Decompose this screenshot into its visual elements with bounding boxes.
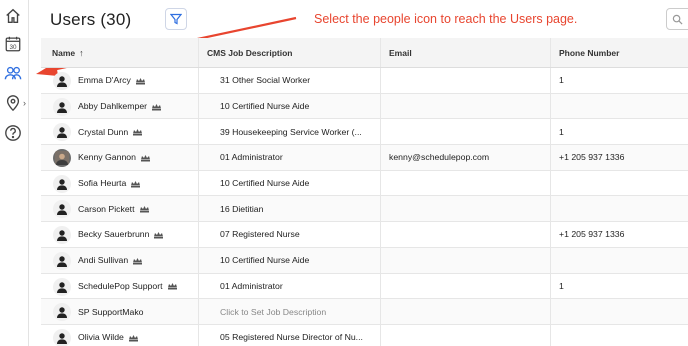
search-input[interactable] [666, 8, 688, 30]
avatar-person-icon [53, 277, 71, 296]
name-cell[interactable]: Crystal Dunn [78, 119, 143, 144]
user-name: Andi Sullivan [78, 255, 129, 266]
table-row[interactable]: Kenny Gannon 01 Administrator kenny@schedu… [41, 145, 688, 171]
name-cell[interactable]: Abby Dahlkemper [78, 94, 162, 119]
avatar-person-icon [53, 174, 71, 193]
table-body: Emma D'Arcy 31 Other Social Worker 1 Abby D… [41, 68, 688, 346]
table-row[interactable]: SchedulePop Support 01 Administrator 1 [41, 273, 688, 300]
help-icon[interactable] [3, 123, 23, 143]
job-description-cell[interactable]: 07 Registered Nurse [220, 222, 300, 247]
name-cell[interactable]: Carson Pickett [78, 196, 149, 221]
calendar-icon[interactable]: 30 [3, 34, 23, 54]
job-description-cell[interactable]: 01 Administrator [220, 274, 283, 299]
user-name: Becky Sauerbrunn [78, 229, 150, 240]
name-cell[interactable]: Becky Sauerbrunn [78, 222, 164, 247]
job-description-cell[interactable]: 39 Housekeeping Service Worker (... [220, 119, 362, 144]
user-name: Crystal Dunn [78, 126, 129, 137]
people-icon[interactable] [3, 63, 23, 83]
phone-cell: +1 205 937 1336 [559, 229, 625, 240]
sidebar: 30 › [0, 0, 29, 346]
job-description-cell[interactable]: 10 Certified Nurse Aide [220, 94, 309, 119]
job-description-cell[interactable]: 01 Administrator [220, 145, 283, 170]
phone-cell: +1 205 937 1336 [559, 152, 625, 163]
user-name: Kenny Gannon [78, 152, 136, 163]
name-cell[interactable]: SchedulePop Support [78, 274, 177, 299]
avatar-person-icon [53, 97, 71, 116]
column-header-name[interactable]: Name ↑ [52, 38, 84, 67]
phone-cell: 1 [559, 126, 564, 137]
avatar-person-icon [53, 251, 71, 270]
name-cell[interactable]: Sofia Heurta [78, 171, 141, 196]
filter-button[interactable] [165, 8, 187, 30]
job-description-cell[interactable]: Click to Set Job Description [220, 299, 326, 324]
crown-icon [131, 180, 141, 188]
name-cell[interactable]: Olivia Wilde [78, 325, 138, 346]
crown-icon [133, 257, 143, 265]
annotation-text: Select the people icon to reach the User… [314, 12, 578, 26]
avatar-person-icon [53, 303, 71, 322]
avatar-person-icon [53, 200, 71, 219]
avatar-person-icon [53, 72, 71, 90]
crown-icon [135, 77, 145, 85]
filter-icon [170, 13, 182, 25]
home-icon[interactable] [3, 6, 23, 26]
crown-icon [167, 282, 177, 290]
name-cell[interactable]: Andi Sullivan [78, 248, 143, 273]
user-name: Carson Pickett [78, 203, 135, 214]
name-cell[interactable]: SP SupportMako [78, 299, 144, 324]
sort-ascending-icon[interactable]: ↑ [79, 48, 84, 58]
job-description-cell[interactable]: 16 Dietitian [220, 196, 263, 221]
column-header-phone[interactable]: Phone Number [559, 38, 619, 67]
avatar-person-icon [53, 123, 71, 142]
table-row[interactable]: Crystal Dunn 39 Housekeeping Service Work… [41, 119, 688, 146]
crown-icon [140, 154, 150, 162]
name-cell[interactable]: Kenny Gannon [78, 145, 150, 170]
avatar-person-icon [53, 226, 71, 245]
avatar-person-icon [53, 328, 71, 346]
column-header-email[interactable]: Email [389, 38, 412, 67]
table-row[interactable]: Becky Sauerbrunn 07 Registered Nurse +1 20… [41, 222, 688, 248]
crown-icon [152, 103, 162, 111]
location-icon[interactable] [3, 93, 23, 113]
table-row[interactable]: Emma D'Arcy 31 Other Social Worker 1 [41, 68, 688, 94]
phone-cell: 1 [559, 75, 564, 86]
crown-icon [128, 334, 138, 342]
column-label: Name [52, 47, 76, 58]
users-table: Name ↑ CMS Job Description Email Phone N… [41, 38, 688, 346]
column-header-job[interactable]: CMS Job Description [207, 38, 292, 67]
search-icon [672, 14, 683, 25]
table-row[interactable]: Olivia Wilde 05 Registered Nurse Director… [41, 324, 688, 346]
user-name: SP SupportMako [78, 306, 144, 317]
avatar-photo [53, 149, 71, 168]
job-description-cell[interactable]: 31 Other Social Worker [220, 68, 310, 93]
user-name: Sofia Heurta [78, 178, 127, 189]
job-description-cell[interactable]: 10 Certified Nurse Aide [220, 171, 309, 196]
crown-icon [154, 231, 164, 239]
job-description-cell[interactable]: 10 Certified Nurse Aide [220, 248, 309, 273]
table-row[interactable]: Andi Sullivan 10 Certified Nurse Aide [41, 247, 688, 274]
table-row[interactable]: SP SupportMako Click to Set Job Descripti… [41, 299, 688, 325]
user-name: Olivia Wilde [78, 332, 124, 343]
crown-icon [133, 128, 143, 136]
user-name: SchedulePop Support [78, 280, 163, 291]
name-cell[interactable]: Emma D'Arcy [78, 68, 145, 93]
page-title: Users (30) [50, 10, 132, 29]
table-row[interactable]: Sofia Heurta 10 Certified Nurse Aide [41, 170, 688, 197]
table-row[interactable]: Carson Pickett 16 Dietitian [41, 196, 688, 223]
phone-cell: 1 [559, 280, 564, 291]
calendar-day-label: 30 [9, 44, 17, 51]
job-description-cell[interactable]: 05 Registered Nurse Director of Nu... [220, 325, 363, 346]
table-header: Name ↑ CMS Job Description Email Phone N… [41, 38, 688, 68]
email-cell: kenny@schedulepop.com [389, 152, 490, 163]
crown-icon [139, 205, 149, 213]
chevron-right-icon[interactable]: › [23, 98, 26, 108]
user-name: Abby Dahlkemper [78, 101, 148, 112]
user-name: Emma D'Arcy [78, 75, 131, 86]
table-row[interactable]: Abby Dahlkemper 10 Certified Nurse Aide [41, 93, 688, 120]
